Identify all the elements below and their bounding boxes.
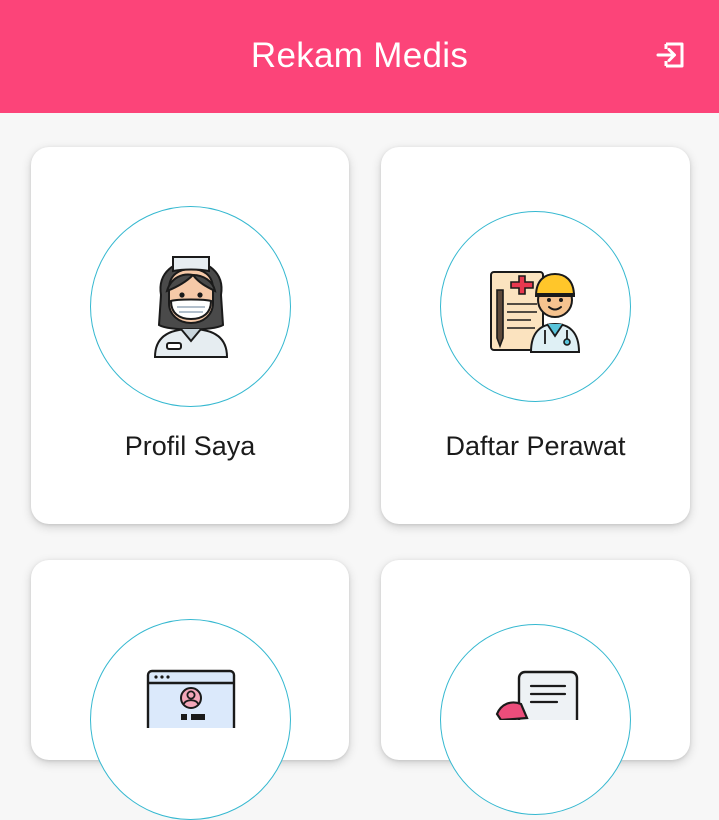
menu-label: Daftar Perawat (445, 431, 626, 461)
doctor-clipboard-icon (490, 271, 581, 353)
menu-card-daftar-perawat[interactable]: Daftar Perawat (381, 147, 690, 524)
app-bar: Rekam Medis (0, 0, 719, 113)
logout-icon (656, 42, 684, 68)
app-title: Rekam Medis (250, 35, 469, 75)
menu-card-3[interactable] (31, 560, 349, 820)
logout-button[interactable] (653, 37, 689, 73)
menu-label: Profil Saya (124, 431, 256, 461)
medical-document-icon (495, 670, 579, 720)
menu-card-profil-saya[interactable]: Profil Saya (31, 147, 349, 524)
nurse-icon (153, 256, 229, 358)
menu-card-4[interactable] (381, 560, 690, 815)
profile-screen-icon (146, 669, 236, 728)
